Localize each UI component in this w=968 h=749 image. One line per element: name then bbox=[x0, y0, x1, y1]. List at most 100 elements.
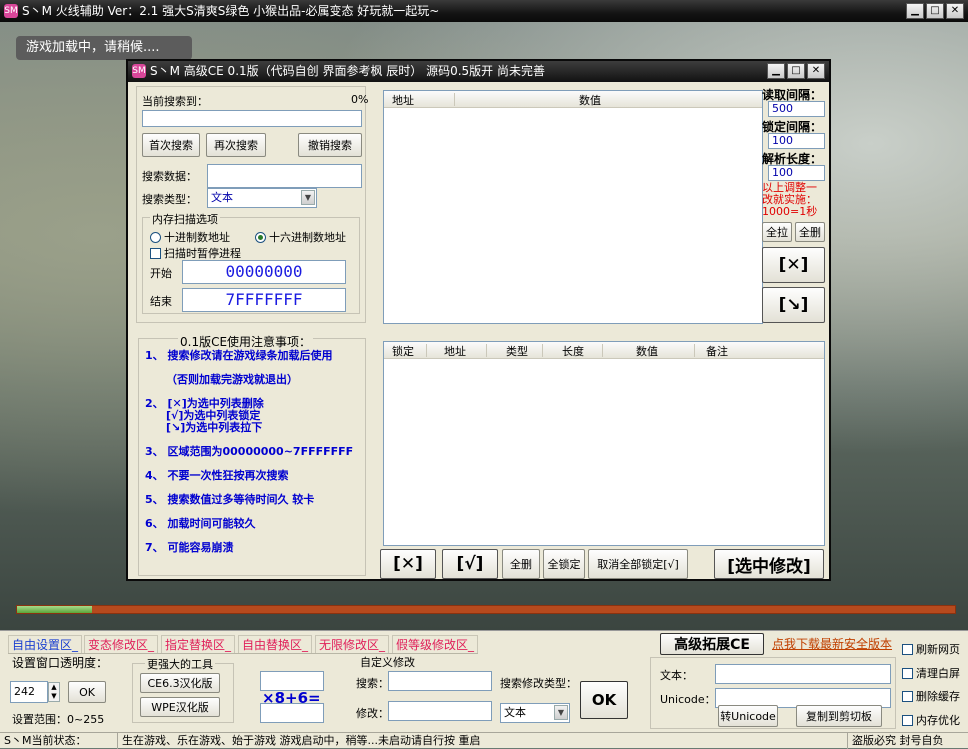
address-list-header: 锁定 地址 类型 长度 数值 备注 bbox=[384, 342, 824, 359]
note-line: 5、 搜索数值过多等待时间久 较卡 bbox=[145, 493, 315, 506]
app-title-bar: SM S丶M 火线辅助 Ver：2.1 强大S清爽S绿色 小猴出品-必属变态 好… bbox=[0, 0, 968, 22]
list-delete-all-button[interactable]: 全删 bbox=[502, 549, 540, 579]
ce-maximize-button[interactable]: □ bbox=[787, 63, 805, 79]
ce-close-button[interactable]: ✕ bbox=[807, 63, 825, 79]
search-progress-bar bbox=[142, 110, 362, 127]
list-delete-button[interactable]: [✕] bbox=[380, 549, 436, 579]
remove-selected-button[interactable]: [✕] bbox=[762, 247, 825, 283]
wpe-button[interactable]: WPE汉化版 bbox=[140, 697, 220, 717]
opacity-input[interactable]: 242 bbox=[10, 681, 48, 703]
list-col-lock[interactable]: 锁定 bbox=[392, 343, 414, 359]
modify-type-value: 文本 bbox=[504, 706, 526, 719]
search-found-label: 当前搜索到： bbox=[142, 95, 208, 108]
modify-type-select[interactable]: 文本 ▼ bbox=[500, 703, 570, 723]
status-message: 生在游戏、乐在游戏、始于游戏 游戏启动中，稍等...未启动请自行按 重启 bbox=[118, 733, 848, 749]
tab-replace[interactable]: 指定替换区_ bbox=[161, 635, 236, 653]
chevron-down-icon[interactable]: ▼ bbox=[301, 190, 315, 205]
results-grid[interactable]: 地址 数值 bbox=[383, 90, 763, 324]
advanced-ext-button[interactable]: 高级拓展CE bbox=[660, 633, 764, 655]
start-label: 开始 bbox=[150, 267, 172, 280]
undo-search-button[interactable]: 撤销搜索 bbox=[298, 133, 362, 157]
copy-clipboard-button[interactable]: 复制到剪切板 bbox=[796, 705, 882, 727]
mem-scan-title: 内存扫描选项 bbox=[150, 211, 220, 227]
note-line: （否则加载完游戏就退出） bbox=[166, 373, 298, 386]
pause-process-label: 扫描时暂停进程 bbox=[164, 247, 241, 260]
text-label: 文本： bbox=[660, 669, 693, 682]
modify-type-label: 搜索修改类型： bbox=[500, 677, 577, 690]
opacity-ok-button[interactable]: OK bbox=[68, 681, 106, 703]
list-col-type[interactable]: 类型 bbox=[506, 343, 528, 359]
modify-selected-button[interactable]: [选中修改] bbox=[714, 549, 824, 579]
radio-decimal[interactable]: 十进制数地址 bbox=[150, 229, 230, 245]
refresh-page-label: 刷新网页 bbox=[916, 643, 960, 656]
results-col-value[interactable]: 数值 bbox=[579, 92, 601, 108]
parse-length-input[interactable]: 100 bbox=[768, 165, 825, 181]
app-title: S丶M 火线辅助 Ver：2.1 强大S清爽S绿色 小猴出品-必属变态 好玩就一… bbox=[22, 4, 440, 18]
list-col-length[interactable]: 长度 bbox=[562, 343, 584, 359]
search-type-select[interactable]: 文本 ▼ bbox=[207, 188, 317, 208]
loading-toast: 游戏加载中，请稍候.... bbox=[16, 36, 192, 60]
search-value-input[interactable] bbox=[207, 164, 362, 188]
custom-ok-button[interactable]: OK bbox=[580, 681, 628, 719]
custom-search-input[interactable] bbox=[388, 671, 492, 691]
tab-mod[interactable]: 变态修改区_ bbox=[84, 635, 159, 653]
note-line: 3、 区域范围为00000000~7FFFFFFF bbox=[145, 445, 354, 458]
download-link[interactable]: 点我下载最新安全版本 bbox=[772, 635, 892, 652]
tab-free-settings[interactable]: 自由设置区_ bbox=[8, 635, 83, 653]
delete-all-button[interactable]: 全删 bbox=[795, 222, 825, 242]
radio-decimal-dot[interactable] bbox=[150, 231, 161, 243]
results-col-address[interactable]: 地址 bbox=[392, 92, 414, 108]
text-input[interactable] bbox=[715, 664, 891, 684]
radio-hex-dot[interactable] bbox=[255, 231, 266, 243]
radio-hex[interactable]: 十六进制数地址 bbox=[255, 229, 346, 245]
refresh-page-box[interactable] bbox=[902, 643, 913, 655]
status-right: 盗版必究 封号自负 bbox=[852, 734, 944, 747]
list-col-address[interactable]: 地址 bbox=[444, 343, 466, 359]
pause-process-box[interactable] bbox=[150, 247, 161, 259]
read-interval-input[interactable]: 500 bbox=[768, 101, 825, 117]
end-address-input[interactable]: 7FFFFFFF bbox=[182, 288, 346, 312]
custom-modify-input[interactable] bbox=[388, 701, 492, 721]
refresh-page-check[interactable]: 刷新网页 bbox=[902, 641, 960, 657]
select-all-button[interactable]: 全拉 bbox=[762, 222, 792, 242]
ce63-button[interactable]: CE6.3汉化版 bbox=[140, 673, 220, 693]
address-list-grid[interactable]: 锁定 地址 类型 长度 数值 备注 bbox=[383, 341, 825, 546]
pause-process-check[interactable]: 扫描时暂停进程 bbox=[150, 245, 241, 261]
list-col-value[interactable]: 数值 bbox=[636, 343, 658, 359]
list-col-note[interactable]: 备注 bbox=[706, 343, 728, 359]
note-line: 4、 不要一次性狂按再次搜索 bbox=[145, 469, 289, 482]
opacity-spinner[interactable]: ▲ ▼ bbox=[48, 682, 60, 702]
close-button[interactable]: ✕ bbox=[946, 3, 964, 19]
memory-optimize-check[interactable]: 内存优化 bbox=[902, 712, 960, 728]
status-bar: S丶M当前状态： 生在游戏、乐在游戏、始于游戏 游戏启动中，稍等...未启动请自… bbox=[0, 732, 968, 749]
first-search-button[interactable]: 首次搜索 bbox=[142, 133, 200, 157]
calc-input-1[interactable] bbox=[260, 671, 324, 691]
calc-input-2[interactable] bbox=[260, 703, 324, 723]
clear-white-box[interactable] bbox=[902, 667, 913, 679]
memory-optimize-box[interactable] bbox=[902, 714, 913, 726]
to-unicode-button[interactable]: 转Unicode bbox=[718, 705, 778, 727]
tab-free-replace[interactable]: 自由替换区_ bbox=[238, 635, 313, 653]
unlock-all-button[interactable]: 取消全部锁定[√] bbox=[588, 549, 688, 579]
list-lock-all-button[interactable]: 全锁定 bbox=[543, 549, 585, 579]
tab-unlimited[interactable]: 无限修改区_ bbox=[315, 635, 390, 653]
note-line: 7、 可能容易崩溃 bbox=[145, 541, 234, 554]
list-lock-button[interactable]: [√] bbox=[442, 549, 498, 579]
tools-title: 更强大的工具 bbox=[145, 656, 215, 672]
delete-cache-check[interactable]: 删除缓存 bbox=[902, 688, 960, 704]
end-label: 结束 bbox=[150, 295, 172, 308]
start-address-input[interactable]: 00000000 bbox=[182, 260, 346, 284]
next-search-button[interactable]: 再次搜索 bbox=[206, 133, 266, 157]
tab-fake-level[interactable]: 假等级修改区_ bbox=[392, 635, 479, 653]
ce-minimize-button[interactable]: ▁ bbox=[767, 63, 785, 79]
lock-interval-input[interactable]: 100 bbox=[768, 133, 825, 149]
pulldown-selected-button[interactable]: [↘] bbox=[762, 287, 825, 323]
minimize-button[interactable]: ▁ bbox=[906, 3, 924, 19]
delete-cache-box[interactable] bbox=[902, 690, 913, 702]
opacity-range: 设置范围：0~255 bbox=[12, 713, 105, 726]
clear-white-check[interactable]: 清理白屏 bbox=[902, 665, 960, 681]
chevron-down-icon[interactable]: ▼ bbox=[554, 705, 568, 720]
radio-hex-label: 十六进制数地址 bbox=[269, 231, 346, 244]
ce-title-bar[interactable]: SM S丶M 高级CE 0.1版（代码自创 界面参考枫 辰时） 源码0.5版开 … bbox=[128, 61, 829, 82]
maximize-button[interactable]: □ bbox=[926, 3, 944, 19]
